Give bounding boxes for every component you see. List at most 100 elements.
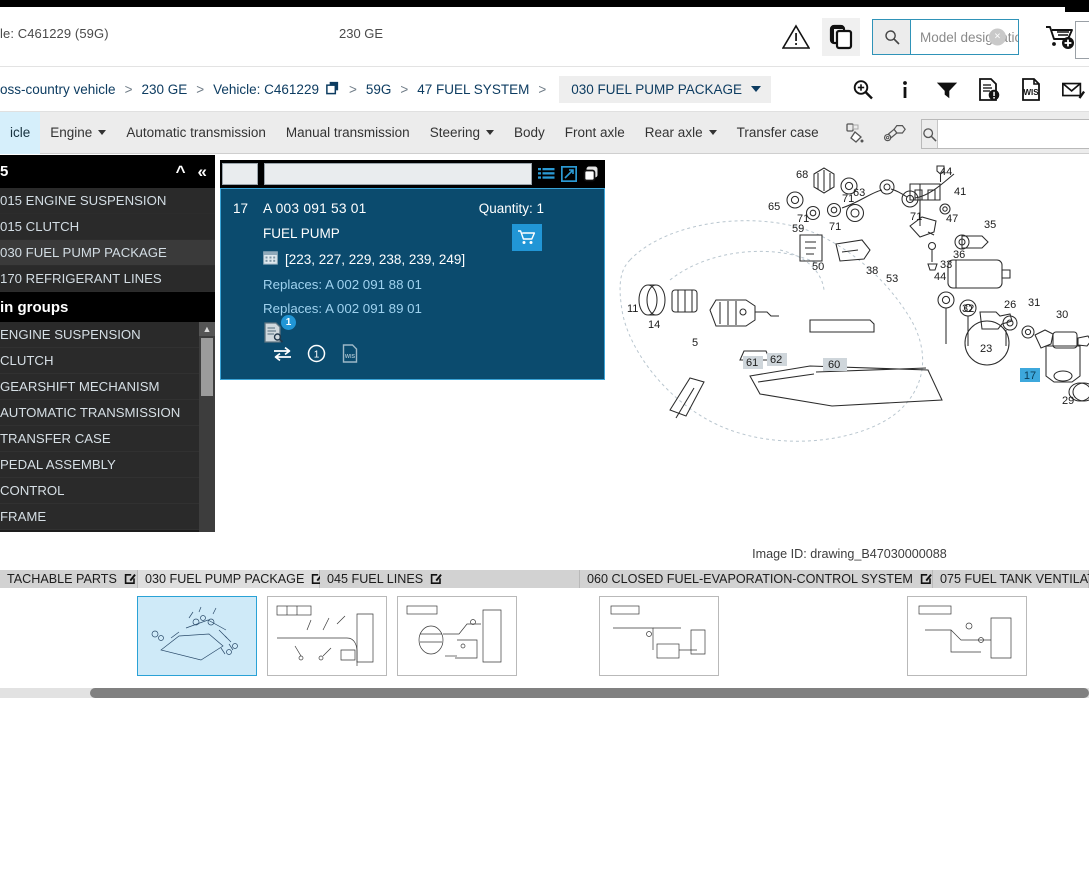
edit-icon[interactable] <box>430 573 442 585</box>
fastener-bolt-icon[interactable] <box>883 121 907 145</box>
wis-document-icon[interactable]: WIS <box>1019 77 1043 103</box>
clear-search-icon[interactable]: × <box>989 28 1006 46</box>
tab-steering[interactable]: Steering <box>420 112 504 154</box>
copy-documents-icon[interactable] <box>822 18 860 56</box>
breadcrumb-item-3[interactable]: 59G <box>366 82 392 97</box>
sidebar-group-transfer-case[interactable]: TRANSFER CASE <box>0 426 199 452</box>
tab-vehicle[interactable]: icle <box>0 111 41 154</box>
part-index-filter-input[interactable] <box>222 163 258 185</box>
breadcrumb-item-0[interactable]: oss-country vehicle <box>0 82 116 97</box>
thumbnail-label-row: TACHABLE PARTS 030 FUEL PUMP PACKAGE 045… <box>0 570 1089 588</box>
expand-icon[interactable] <box>560 166 577 183</box>
sidebar-group-control[interactable]: CONTROL <box>0 478 199 504</box>
image-id-label: Image ID: drawing_B47030000088 <box>752 547 947 561</box>
filter-icon[interactable] <box>935 77 959 103</box>
scrollbar-thumb[interactable] <box>201 338 213 396</box>
zoom-in-icon[interactable] <box>851 77 875 103</box>
sidebar-group-pedal-assembly[interactable]: PEDAL ASSEMBLY <box>0 452 199 478</box>
sidebar-group-frame[interactable]: FRAME <box>0 504 199 530</box>
svg-text:61: 61 <box>746 357 758 369</box>
window-top-strip <box>0 0 1089 7</box>
sidebar-group-engine-suspension[interactable]: ENGINE SUSPENSION <box>0 322 199 348</box>
sidebar-scrollbar[interactable]: ▲ ▼ <box>199 322 215 532</box>
sidebar-group-automatic-transmission[interactable]: AUTOMATIC TRANSMISSION <box>0 400 199 426</box>
header-icon-group: Model designation × <box>778 7 1081 67</box>
selected-callout-17[interactable]: 17 <box>1020 368 1040 382</box>
breadcrumb-item-4[interactable]: 47 FUEL SYSTEM <box>417 82 529 97</box>
scroll-up-arrow[interactable]: ▲ <box>199 322 215 336</box>
svg-text:59: 59 <box>792 223 804 235</box>
edit-icon[interactable] <box>920 573 932 585</box>
sidebar-title: 5 <box>0 163 9 180</box>
svg-text:60: 60 <box>828 359 840 371</box>
sidebar-group-list: ENGINE SUSPENSION CLUTCH GEARSHIFT MECHA… <box>0 322 215 532</box>
tab-label: Transfer case <box>736 125 819 140</box>
circled-one-icon[interactable]: 1 <box>307 344 326 363</box>
part-replaces-1[interactable]: Replaces: A 002 091 88 01 <box>263 277 465 292</box>
part-search-filter-input[interactable] <box>264 163 532 185</box>
part-name: FUEL PUMP <box>263 226 340 241</box>
warning-triangle-icon[interactable] <box>778 19 814 55</box>
sidebar-item-fuel-pump-package[interactable]: 030 FUEL PUMP PACKAGE <box>0 240 215 266</box>
thumbnail-fuel-pump-package[interactable] <box>137 596 257 676</box>
thumbnail-label-detachable-parts[interactable]: TACHABLE PARTS <box>0 570 138 588</box>
document-alert-icon[interactable] <box>977 77 1001 103</box>
thumbnail-label-fuel-tank-ventilation[interactable]: 075 FUEL TANK VENTILAT <box>933 570 1089 588</box>
info-icon[interactable] <box>893 77 917 103</box>
edit-icon[interactable] <box>124 573 136 585</box>
breadcrumb-item-1[interactable]: 230 GE <box>141 82 187 97</box>
part-card[interactable]: 17 A 003 091 53 01 FUEL PUMP [223, 227, … <box>220 188 605 380</box>
svg-text:33: 33 <box>940 259 952 271</box>
tabbar-search-box[interactable] <box>921 119 1089 149</box>
svg-text:41: 41 <box>954 186 966 198</box>
model-designation-input[interactable]: Model designation × <box>911 20 1018 54</box>
copy-icon[interactable] <box>582 166 599 183</box>
thumbnail-label-evaporation-control[interactable]: 060 CLOSED FUEL-EVAPORATION-CONTROL SYST… <box>580 570 933 588</box>
paint-fluid-icon[interactable] <box>843 121 867 145</box>
chevron-up-icon[interactable]: ^ <box>176 163 186 180</box>
breadcrumb-current-dropdown[interactable]: 030 FUEL PUMP PACKAGE <box>559 75 772 103</box>
part-action-icons: 1 WIS <box>273 344 360 363</box>
document-search-icon[interactable]: 1 <box>263 315 296 344</box>
thumbnail-fuel-tank-ventilation[interactable] <box>907 596 1027 676</box>
exchange-arrows-icon[interactable] <box>273 344 292 363</box>
technical-drawing-canvas[interactable]: 68 65 71 71 71 63 71 59 50 38 44 11 14 5… <box>610 160 1089 535</box>
tab-manual-transmission[interactable]: Manual transmission <box>276 112 420 154</box>
part-replaces-2[interactable]: Replaces: A 002 091 89 01 <box>263 301 465 316</box>
svg-text:44: 44 <box>940 166 952 178</box>
horizontal-scrollbar[interactable] <box>0 688 1089 698</box>
chevron-double-left-icon[interactable]: « <box>198 163 207 180</box>
sidebar-group-label: CONTROL <box>0 483 65 498</box>
sidebar-group-gearshift-mechanism[interactable]: GEARSHIFT MECHANISM <box>0 374 199 400</box>
thumbnail-label-fuel-lines[interactable]: 045 FUEL LINES <box>320 570 580 588</box>
sidebar-item-engine-suspension[interactable]: 015 ENGINE SUSPENSION <box>0 188 215 214</box>
tab-body[interactable]: Body <box>504 112 555 154</box>
thumbnail-fuel-lines-a[interactable] <box>267 596 387 676</box>
tab-engine[interactable]: Engine <box>40 112 116 154</box>
tabbar-search-input[interactable] <box>938 120 1089 148</box>
thumbnail-evaporation-control[interactable] <box>599 596 719 676</box>
breadcrumb-copy-icon[interactable] <box>325 80 340 98</box>
model-designation-search[interactable]: Model designation × <box>872 19 1019 55</box>
thumbnail-label-text: 075 FUEL TANK VENTILAT <box>940 572 1089 586</box>
breadcrumb-item-2[interactable]: Vehicle: C461229 <box>213 82 319 97</box>
tab-transfer-case[interactable]: Transfer case <box>727 112 829 154</box>
thumbnail-label-fuel-pump-package[interactable]: 030 FUEL PUMP PACKAGE <box>138 570 324 588</box>
svg-text:50: 50 <box>812 261 824 273</box>
scrollbar-thumb[interactable] <box>90 688 1089 698</box>
sidebar-item-refrigerant-lines[interactable]: 170 REFRIGERANT LINES <box>0 266 215 292</box>
tab-automatic-transmission[interactable]: Automatic transmission <box>116 112 276 154</box>
wis-document-icon[interactable]: WIS <box>341 344 360 363</box>
tab-rear-axle[interactable]: Rear axle <box>635 112 727 154</box>
tab-front-axle[interactable]: Front axle <box>555 112 635 154</box>
sidebar-item-clutch[interactable]: 015 CLUTCH <box>0 214 215 240</box>
mail-edit-icon[interactable] <box>1061 77 1085 103</box>
breadcrumb: oss-country vehicle > 230 GE > Vehicle: … <box>0 75 772 103</box>
add-to-cart-icon[interactable] <box>512 224 542 251</box>
navigation-sidebar: 5 ^ « 015 ENGINE SUSPENSION 015 CLUTCH 0… <box>0 155 215 532</box>
sidebar-group-clutch[interactable]: CLUTCH <box>0 348 199 374</box>
thumbnail-fuel-lines-b[interactable] <box>397 596 517 676</box>
list-view-icon[interactable] <box>538 166 555 183</box>
svg-text:17: 17 <box>1024 370 1036 382</box>
svg-text:44: 44 <box>934 271 946 283</box>
